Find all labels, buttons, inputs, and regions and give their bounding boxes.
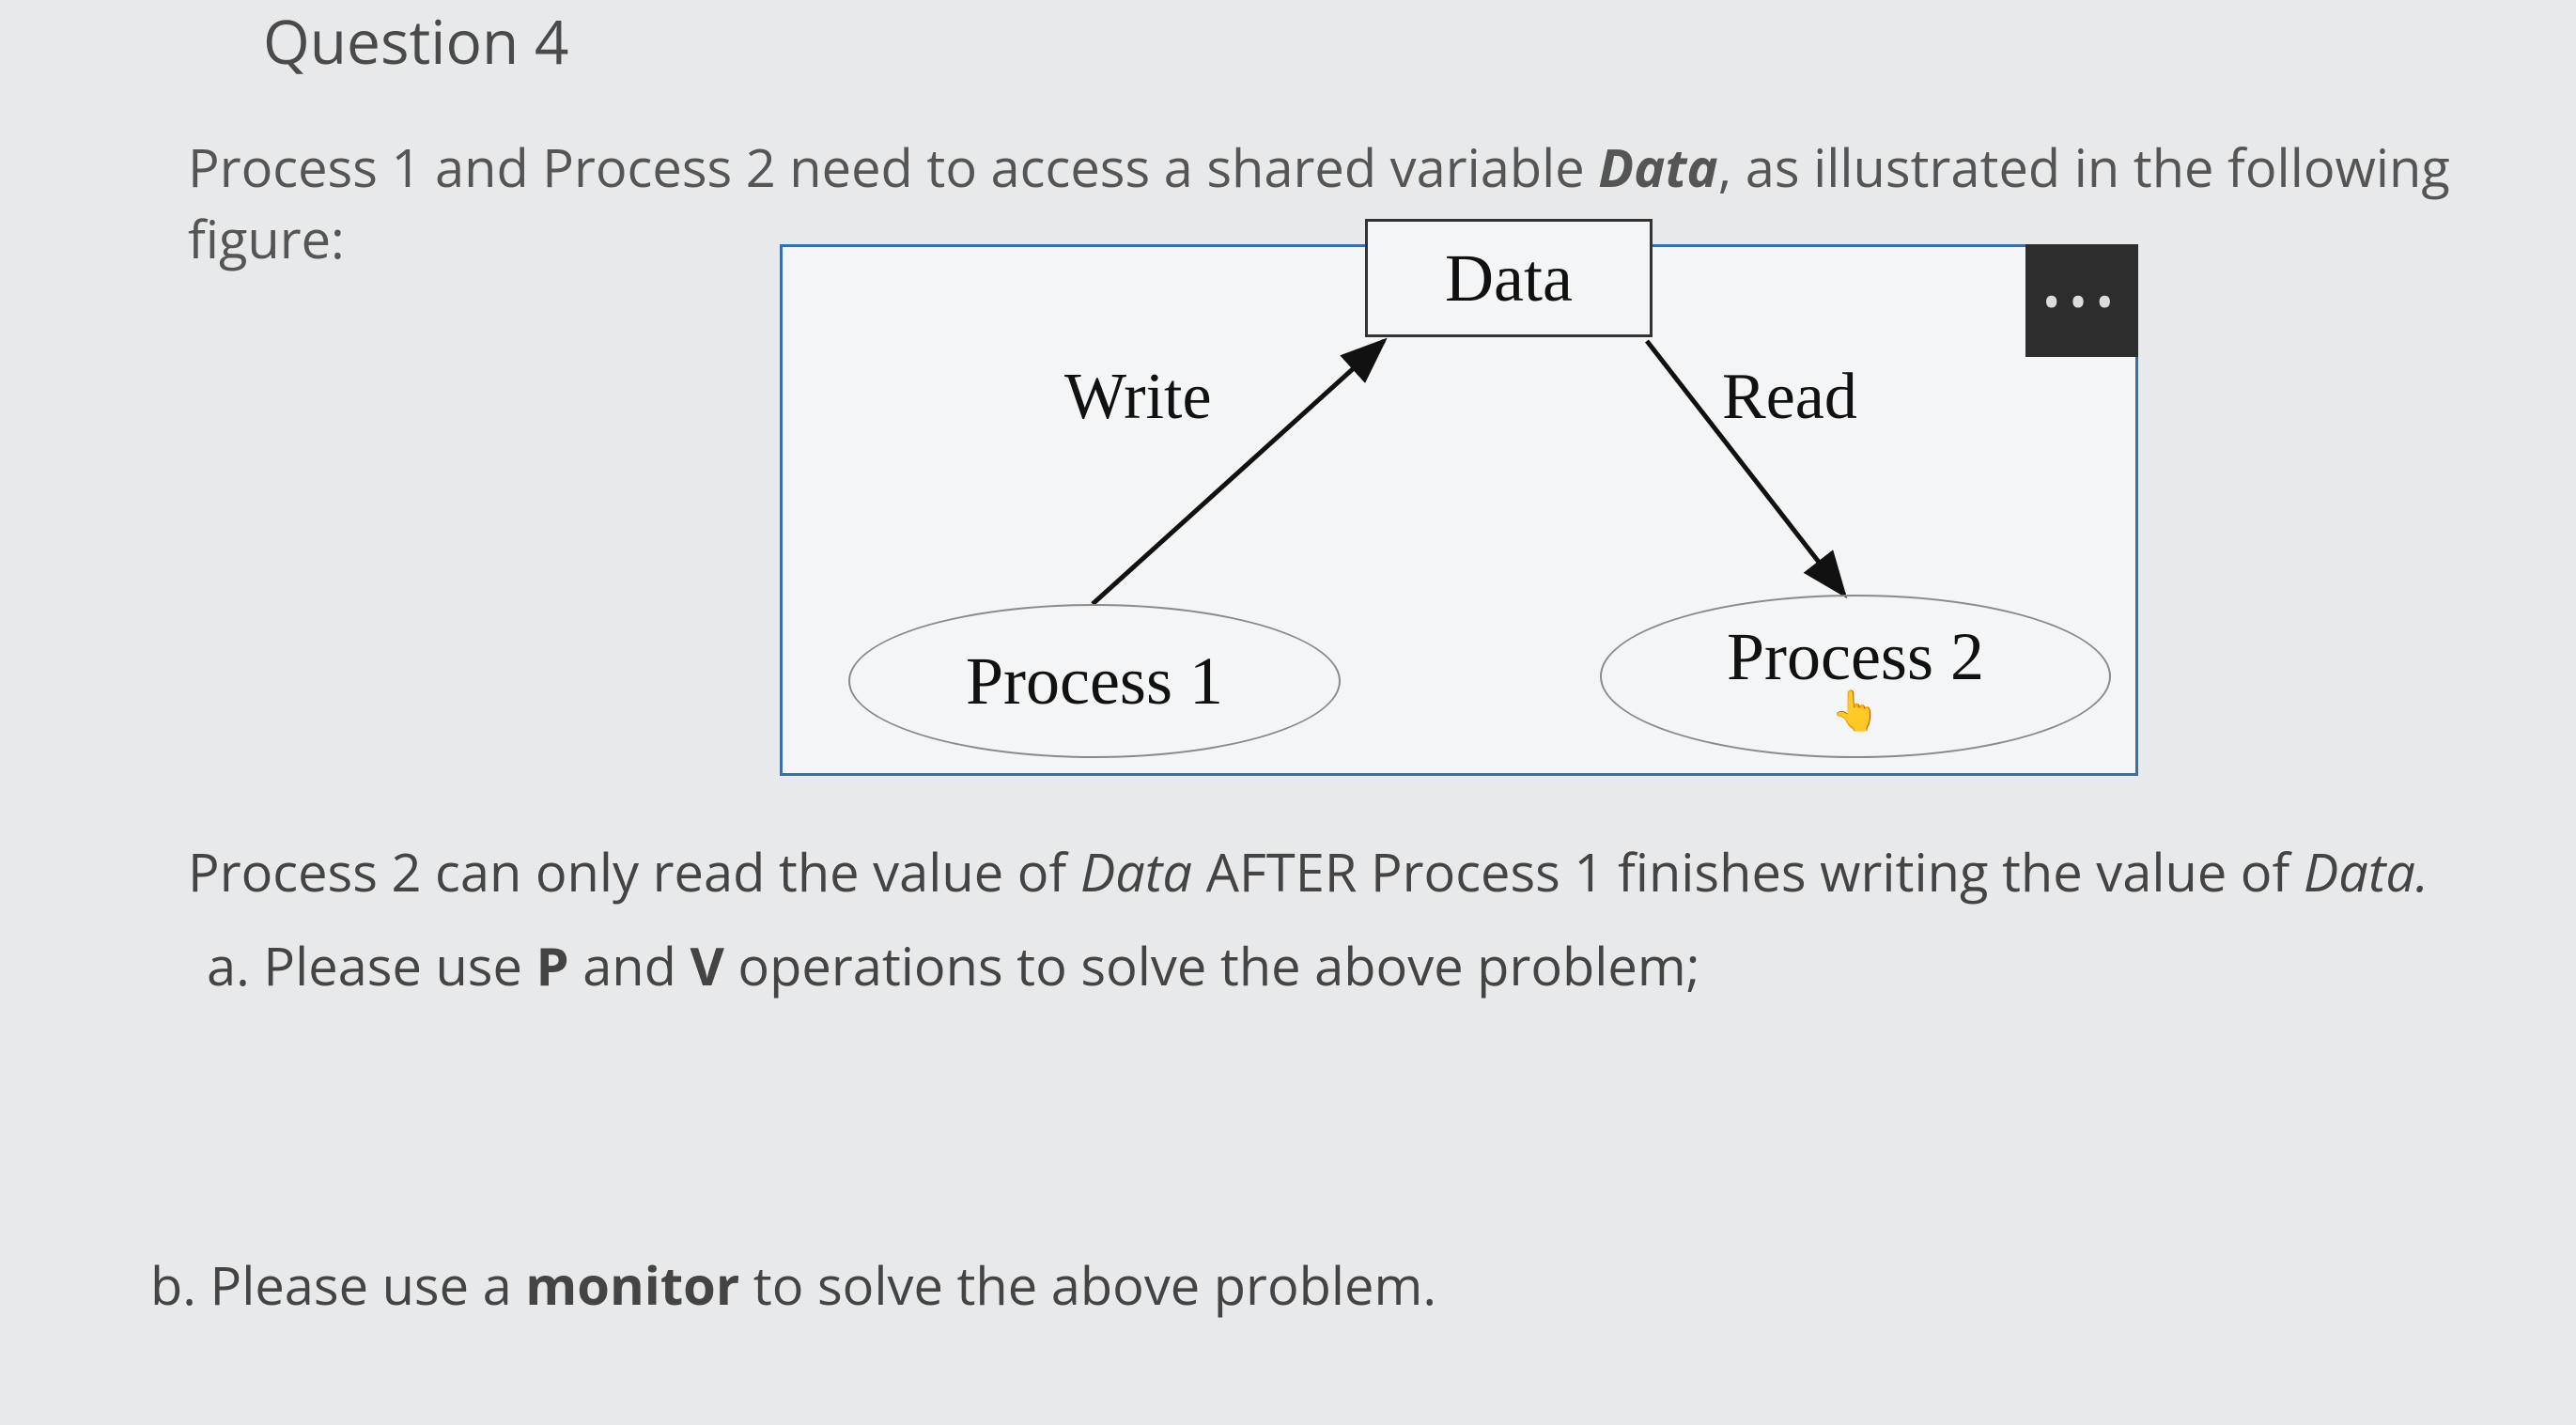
- overflow-menu[interactable]: •••: [2025, 244, 2138, 357]
- part-a-pre: a. Please use: [207, 930, 535, 1001]
- process-1-label: Process 1: [966, 643, 1223, 720]
- cursor-hand-icon: 👆: [1831, 689, 1880, 735]
- part-a-text: a. Please use P and V operations to solv…: [207, 930, 1699, 1001]
- constraint-text: Process 2 can only read the value of Dat…: [188, 836, 2429, 907]
- after-mid: AFTER Process 1 finishes writing the val…: [1192, 836, 2304, 907]
- ellipsis-icon: •••: [2042, 266, 2122, 335]
- question-title: Question 4: [263, 0, 568, 82]
- intro-variable: Data: [1598, 132, 1717, 203]
- process-1-node: Process 1: [848, 604, 1341, 758]
- figure-box: ••• Data Write Read Process 1 Process 2 …: [780, 244, 2138, 776]
- data-variable-box: Data: [1365, 219, 1653, 337]
- question-page: Question 4 Process 1 and Process 2 need …: [0, 0, 2576, 1425]
- after-pre: Process 2 can only read the value of: [188, 836, 1080, 907]
- part-b-monitor: monitor: [525, 1249, 739, 1321]
- part-a-v: V: [690, 930, 723, 1001]
- process-2-label: Process 2: [1727, 618, 1984, 696]
- after-var2: Data.: [2304, 836, 2429, 907]
- part-b-post: to solve the above problem.: [739, 1249, 1436, 1321]
- process-2-node: Process 2 👆: [1600, 595, 2111, 758]
- part-a-and: and: [569, 930, 691, 1001]
- intro-pre: Process 1 and Process 2 need to access a…: [188, 132, 1598, 203]
- part-a-post: operations to solve the above problem;: [724, 930, 1700, 1001]
- part-a-p: P: [535, 930, 568, 1001]
- write-label: Write: [1064, 360, 1212, 435]
- part-b-pre: b. Please use a: [150, 1249, 525, 1321]
- data-label: Data: [1445, 240, 1573, 318]
- after-var1: Data: [1080, 836, 1192, 907]
- part-b-text: b. Please use a monitor to solve the abo…: [150, 1249, 1436, 1321]
- read-label: Read: [1722, 360, 1857, 435]
